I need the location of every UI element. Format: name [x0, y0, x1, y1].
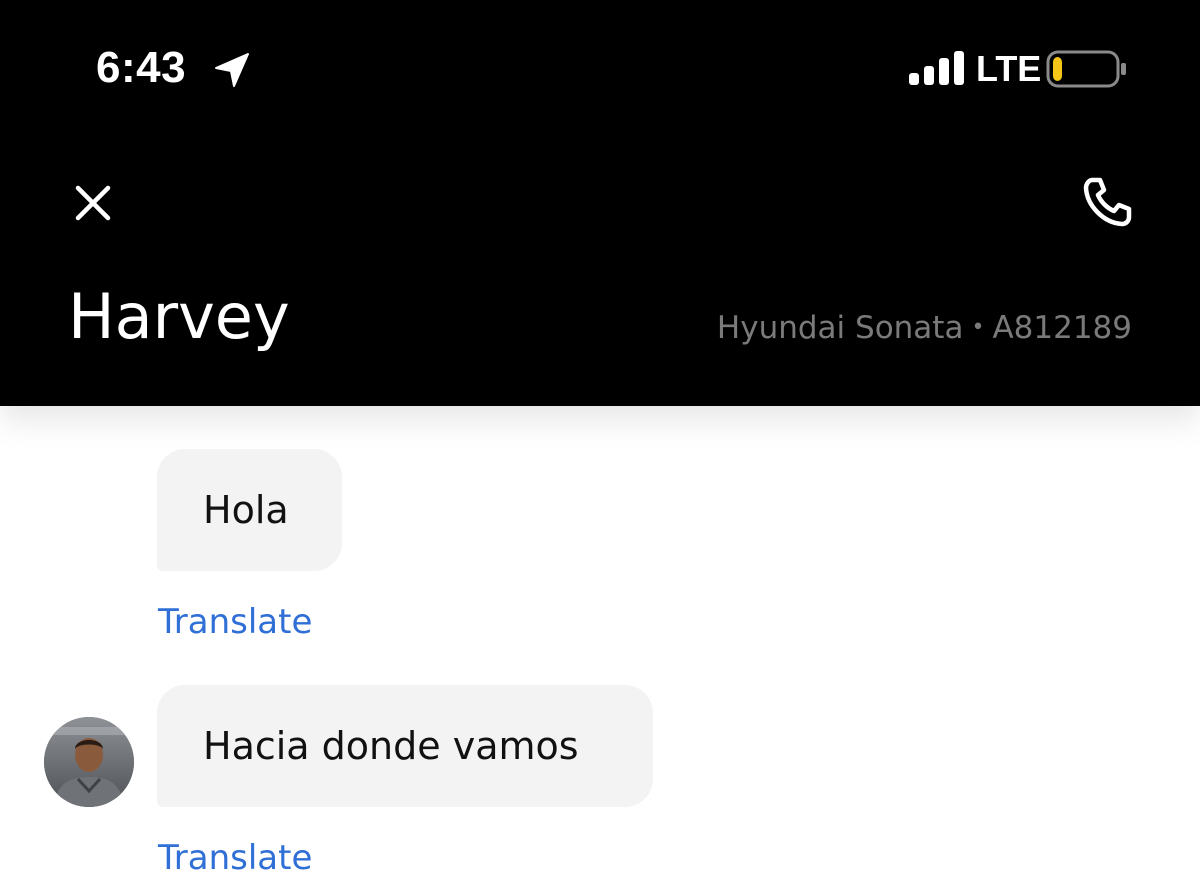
translate-link[interactable]: Translate — [158, 601, 312, 643]
chat-header: 6:43 LTE Harvey Hyundai Sonata • A812189 — [0, 0, 1200, 406]
message-text: Hacia donde vamos — [203, 724, 579, 768]
phone-icon[interactable] — [1082, 176, 1134, 228]
chat-screen: 6:43 LTE Harvey Hyundai Sonata • A812189 — [0, 0, 1200, 895]
separator-dot: • — [971, 315, 985, 340]
close-icon[interactable] — [74, 184, 112, 222]
cellular-signal-icon — [909, 51, 964, 85]
vehicle-model: Hyundai Sonata — [716, 310, 964, 346]
message-bubble: Hola — [157, 449, 342, 571]
driver-avatar — [44, 717, 134, 807]
avatar-image — [44, 717, 134, 807]
vehicle-info: Hyundai Sonata • A812189 — [717, 309, 1132, 347]
message-bubble: Hacia donde vamos — [157, 685, 653, 807]
license-plate: A812189 — [992, 310, 1132, 346]
message-text: Hola — [203, 488, 289, 532]
translate-link[interactable]: Translate — [158, 837, 312, 879]
location-arrow-icon — [215, 53, 249, 87]
status-time: 6:43 — [96, 43, 187, 92]
contact-name: Harvey — [68, 280, 290, 353]
battery-low-icon — [1046, 50, 1126, 88]
network-type: LTE — [976, 48, 1042, 89]
